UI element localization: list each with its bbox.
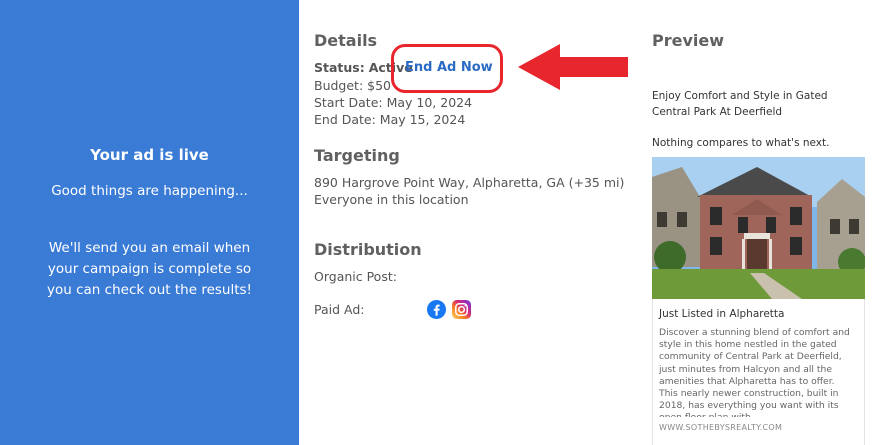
instagram-icon: [452, 300, 471, 319]
details-heading: Details: [314, 31, 378, 50]
facebook-icon: [427, 300, 446, 319]
live-panel: Your ad is live Good things are happenin…: [0, 0, 299, 445]
organic-post-label: Organic Post:: [314, 269, 397, 284]
distribution-heading: Distribution: [314, 240, 422, 259]
status-label: Status:: [314, 60, 365, 75]
live-message: We'll send you an email when your campai…: [47, 240, 252, 298]
listing-photo: [652, 157, 865, 299]
card-title: Just Listed in Alpharetta: [659, 308, 785, 320]
start-date-text: Start Date: May 10, 2024: [314, 95, 473, 110]
preview-heading: Preview: [652, 31, 725, 50]
budget-text: Budget: $50: [314, 78, 392, 93]
end-date-text: End Date: May 15, 2024: [314, 112, 466, 127]
preview-tagline: Nothing compares to what's next.: [652, 137, 830, 149]
live-title: Your ad is live: [90, 146, 209, 164]
targeting-location: 890 Hargrove Point Way, Alpharetta, GA (…: [314, 175, 625, 190]
targeting-heading: Targeting: [314, 146, 400, 165]
targeting-audience: Everyone in this location: [314, 192, 469, 207]
card-url[interactable]: WWW.SOTHEBYSREALTY.COM: [659, 423, 782, 432]
preview-headline: Enjoy Comfort and Style in Gated Central…: [652, 90, 828, 118]
end-ad-now-button[interactable]: End Ad Now: [405, 60, 493, 75]
live-subtitle: Good things are happening...: [51, 183, 248, 199]
paid-ad-label: Paid Ad:: [314, 302, 365, 317]
card-body: Discover a stunning blend of comfort and…: [659, 327, 850, 417]
arrow-annotation-icon: [518, 44, 628, 90]
